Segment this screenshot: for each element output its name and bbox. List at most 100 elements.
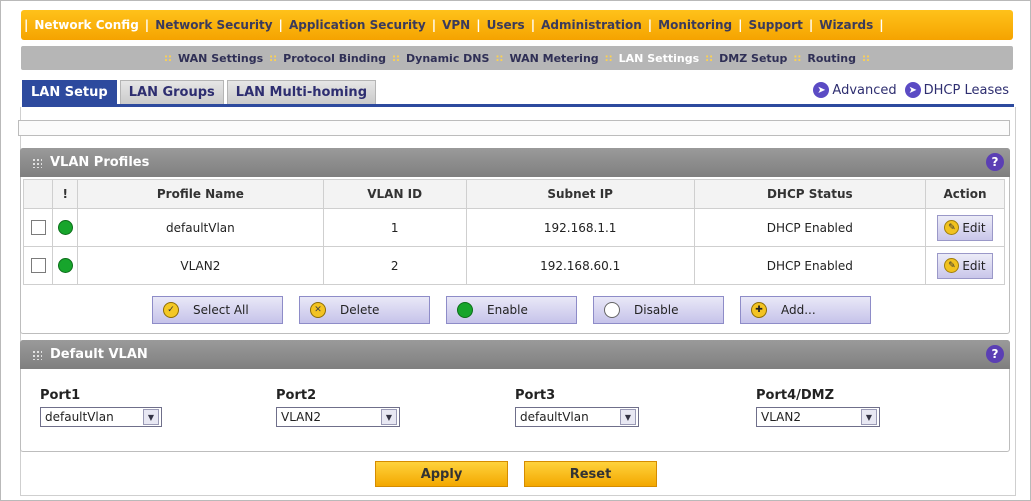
top-nav: | Network Config | Network Security | Appl… [21, 10, 1013, 40]
select-column-header [22, 179, 54, 209]
subnet-ip-cell: 192.168.1.1 [465, 208, 695, 247]
add-label: Add... [781, 303, 816, 317]
port4-field: Port4/DMZ VLAN2 ▼ [756, 388, 880, 427]
table-row: defaultVlan 1 192.168.1.1 DHCP Enabled ✎… [22, 208, 1006, 247]
vlan-profiles-header: VLAN Profiles ? [20, 148, 1010, 177]
nav-wizards[interactable]: Wizards [816, 18, 876, 32]
subnet-ip-header: Subnet IP [465, 179, 695, 209]
enable-icon [457, 302, 473, 318]
chevron-down-icon: ▼ [143, 409, 159, 425]
pencil-icon: ✎ [944, 258, 960, 273]
port4-select[interactable]: VLAN2 ▼ [756, 407, 880, 427]
nav-administration[interactable]: Administration [538, 18, 645, 32]
table-row: VLAN2 2 192.168.60.1 DHCP Enabled ✎ Edit [22, 246, 1006, 285]
nav-network-security[interactable]: Network Security [152, 18, 275, 32]
add-button[interactable]: ✚ Add... [740, 296, 871, 324]
subnet-ip-cell: 192.168.60.1 [465, 246, 695, 285]
chevron-down-icon: ▼ [861, 409, 877, 425]
vlan-profiles-title: VLAN Profiles [50, 155, 150, 170]
dhcp-leases-label: DHCP Leases [923, 82, 1009, 98]
port3-select[interactable]: defaultVlan ▼ [515, 407, 639, 427]
nav-application-security[interactable]: Application Security [286, 18, 429, 32]
port1-select[interactable]: defaultVlan ▼ [40, 407, 162, 427]
port3-field: Port3 defaultVlan ▼ [515, 388, 639, 427]
nav-monitoring[interactable]: Monitoring [655, 18, 735, 32]
profile-name-cell: VLAN2 [77, 246, 324, 285]
top-links: ➤ Advanced ➤ DHCP Leases [805, 82, 1009, 98]
edit-button[interactable]: ✎ Edit [937, 214, 993, 241]
status-column-header: ! [52, 179, 79, 209]
reset-button[interactable]: Reset [524, 461, 657, 487]
advanced-label: Advanced [832, 82, 897, 98]
vlan-id-cell: 1 [322, 208, 467, 247]
subnav-wan-settings[interactable]: WAN Settings [174, 52, 267, 65]
arrow-right-icon: ➤ [813, 82, 830, 98]
action-header: Action [924, 179, 1006, 209]
apply-button[interactable]: Apply [375, 461, 508, 487]
edit-button[interactable]: ✎ Edit [937, 252, 993, 279]
help-icon[interactable]: ? [986, 345, 1004, 363]
port1-field: Port1 defaultVlan ▼ [40, 388, 162, 427]
form-buttons: Apply Reset [375, 461, 673, 487]
port3-label: Port3 [515, 388, 556, 403]
port2-select[interactable]: VLAN2 ▼ [276, 407, 400, 427]
message-bar [18, 120, 1010, 136]
sub-nav: :: WAN Settings:: Protocol Binding:: Dyn… [21, 46, 1013, 70]
port2-label: Port2 [276, 388, 317, 403]
subnav-dmz-setup[interactable]: DMZ Setup [715, 52, 791, 65]
select-all-label: Select All [193, 303, 249, 317]
port3-value: defaultVlan [520, 410, 589, 424]
dhcp-status-header: DHCP Status [693, 179, 926, 209]
port4-value: VLAN2 [761, 410, 801, 424]
delete-icon: ✕ [310, 302, 326, 318]
nav-users[interactable]: Users [484, 18, 528, 32]
pencil-icon: ✎ [944, 220, 960, 235]
vlan-id-cell: 2 [322, 246, 467, 285]
check-icon: ✓ [163, 302, 179, 318]
help-icon[interactable]: ? [986, 153, 1004, 171]
enable-button[interactable]: Enable [446, 296, 577, 324]
port2-value: VLAN2 [281, 410, 321, 424]
delete-label: Delete [340, 303, 380, 317]
port4-label: Port4/DMZ [756, 388, 835, 403]
add-icon: ✚ [751, 302, 767, 318]
nav-vpn[interactable]: VPN [439, 18, 473, 32]
subnav-protocol-binding[interactable]: Protocol Binding [279, 52, 390, 65]
nav-support[interactable]: Support [746, 18, 806, 32]
status-active-icon [57, 220, 73, 235]
edit-label: Edit [962, 258, 986, 273]
delete-button[interactable]: ✕ Delete [299, 296, 430, 324]
port2-field: Port2 VLAN2 ▼ [276, 388, 400, 427]
chevron-down-icon: ▼ [620, 409, 636, 425]
status-active-icon [57, 258, 73, 273]
row-checkbox[interactable] [30, 220, 46, 235]
subnav-wan-metering[interactable]: WAN Metering [505, 52, 602, 65]
default-vlan-header: Default VLAN ? [20, 340, 1010, 369]
advanced-link[interactable]: ➤ Advanced [813, 82, 897, 98]
tab-lan-groups[interactable]: LAN Groups [119, 80, 224, 105]
select-all-button[interactable]: ✓ Select All [152, 296, 283, 324]
dhcp-status-cell: DHCP Enabled [693, 246, 926, 285]
disable-label: Disable [634, 303, 679, 317]
disable-button[interactable]: Disable [593, 296, 724, 324]
grip-icon [32, 157, 42, 168]
subnav-dynamic-dns[interactable]: Dynamic DNS [402, 52, 493, 65]
dhcp-status-cell: DHCP Enabled [693, 208, 926, 247]
subnav-routing[interactable]: Routing [803, 52, 860, 65]
port1-value: defaultVlan [45, 410, 114, 424]
profile-name-cell: defaultVlan [77, 208, 324, 247]
row-checkbox[interactable] [30, 258, 46, 273]
tab-bar: LAN Setup LAN Groups LAN Multi-homing [22, 80, 379, 105]
subnav-lan-settings[interactable]: LAN Settings [615, 52, 703, 65]
tab-lan-setup[interactable]: LAN Setup [22, 80, 117, 105]
nav-network-config[interactable]: Network Config [31, 18, 141, 32]
port1-label: Port1 [40, 388, 81, 403]
edit-label: Edit [962, 220, 986, 235]
default-vlan-title: Default VLAN [50, 347, 148, 362]
table-action-buttons: ✓ Select All ✕ Delete Enable Disable ✚ A… [152, 296, 887, 324]
tab-lan-multi-homing[interactable]: LAN Multi-homing [226, 80, 376, 105]
arrow-right-icon: ➤ [904, 82, 921, 98]
vlan-id-header: VLAN ID [322, 179, 467, 209]
disable-icon [604, 302, 620, 318]
dhcp-leases-link[interactable]: ➤ DHCP Leases [904, 82, 1009, 98]
